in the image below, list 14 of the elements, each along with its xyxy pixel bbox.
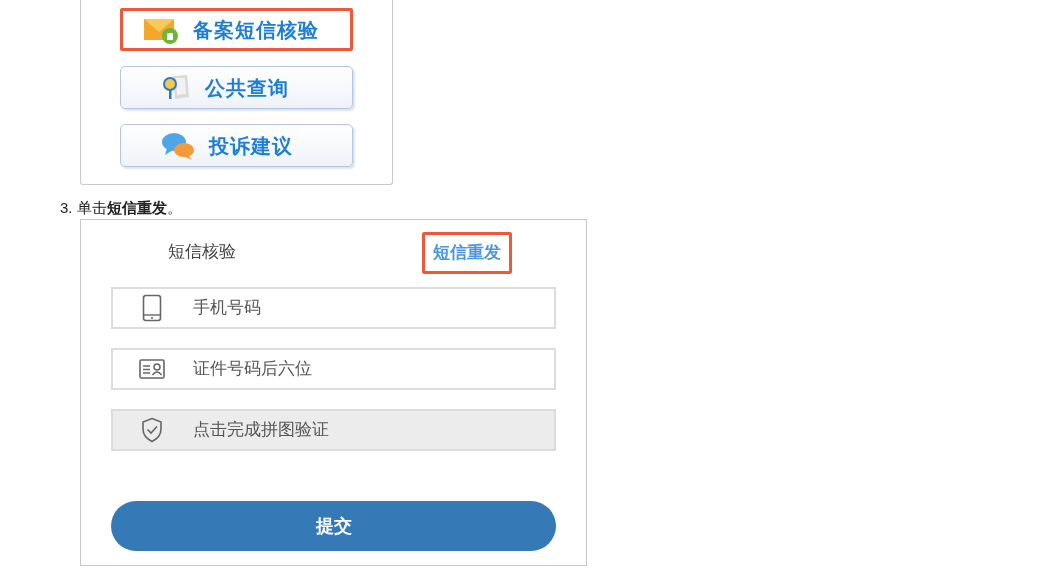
step-instruction: 3. 单击短信重发。 [60, 198, 183, 218]
id-card-icon [139, 359, 165, 379]
captcha-field[interactable]: 点击完成拼图验证 [111, 409, 556, 451]
submit-button[interactable]: 提交 [111, 501, 556, 551]
input-field[interactable]: 证件号码后六位 [111, 348, 556, 390]
resend-sms-link[interactable]: 短信重发 [422, 232, 512, 274]
menu-button[interactable]: 投诉建议 [120, 124, 353, 167]
chat-bubbles-icon [161, 130, 195, 161]
menu-button[interactable]: 公共查询 [120, 66, 353, 109]
shield-check-icon [141, 417, 163, 443]
input-field[interactable]: 手机号码 [111, 287, 556, 329]
form-title: 短信核验 [168, 241, 236, 264]
menu-button[interactable]: 备案短信核验 [120, 8, 353, 51]
phone-icon [142, 294, 162, 322]
